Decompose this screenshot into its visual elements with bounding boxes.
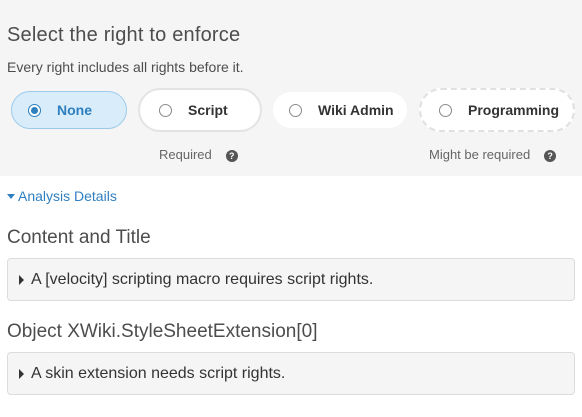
analysis-details-toggle[interactable]: Analysis Details	[7, 188, 117, 204]
right-option-wiki-admin[interactable]: Wiki Admin	[273, 92, 407, 128]
right-option-script[interactable]: Script	[138, 88, 262, 132]
question-circle-icon[interactable]: ?	[544, 150, 557, 162]
enforce-right-panel: Select the right to enforce Every right …	[0, 0, 582, 176]
analysis-issue-text: A [velocity] scripting macro requires sc…	[31, 270, 374, 288]
required-hint-label: Required	[159, 146, 212, 162]
radio-none[interactable]	[28, 103, 41, 117]
analysis-issue-skin-extension[interactable]: A skin extension needs script rights.	[7, 352, 575, 395]
caret-right-icon	[19, 274, 24, 285]
right-option-script-label: Script	[188, 102, 228, 118]
right-option-none[interactable]: None	[11, 91, 127, 129]
radio-wiki-admin[interactable]	[289, 103, 302, 117]
analysis-issue-text: A skin extension needs script rights.	[31, 364, 286, 382]
required-hint: Required ?	[159, 146, 238, 162]
right-option-programming[interactable]: Programming	[419, 88, 575, 132]
enforce-subtitle: Every right includes all rights before i…	[7, 59, 244, 75]
radio-programming[interactable]	[439, 103, 452, 117]
enforce-title: Select the right to enforce	[7, 24, 241, 46]
might-be-required-hint: Might be required ?	[429, 146, 557, 162]
caret-right-icon	[19, 368, 24, 379]
right-option-programming-label: Programming	[468, 102, 560, 118]
analysis-issue-velocity[interactable]: A [velocity] scripting macro requires sc…	[7, 258, 575, 301]
right-option-wiki-admin-label: Wiki Admin	[318, 102, 394, 118]
right-option-none-label: None	[57, 102, 92, 118]
analysis-details-label: Analysis Details	[18, 188, 117, 204]
radio-script[interactable]	[159, 103, 172, 117]
might-be-required-hint-label: Might be required	[429, 146, 531, 162]
section-heading-content-and-title: Content and Title	[7, 227, 151, 248]
question-circle-icon[interactable]: ?	[225, 150, 238, 162]
section-heading-stylesheet-object: Object XWiki.StyleSheetExtension[0]	[7, 321, 318, 342]
caret-down-icon	[7, 193, 15, 199]
